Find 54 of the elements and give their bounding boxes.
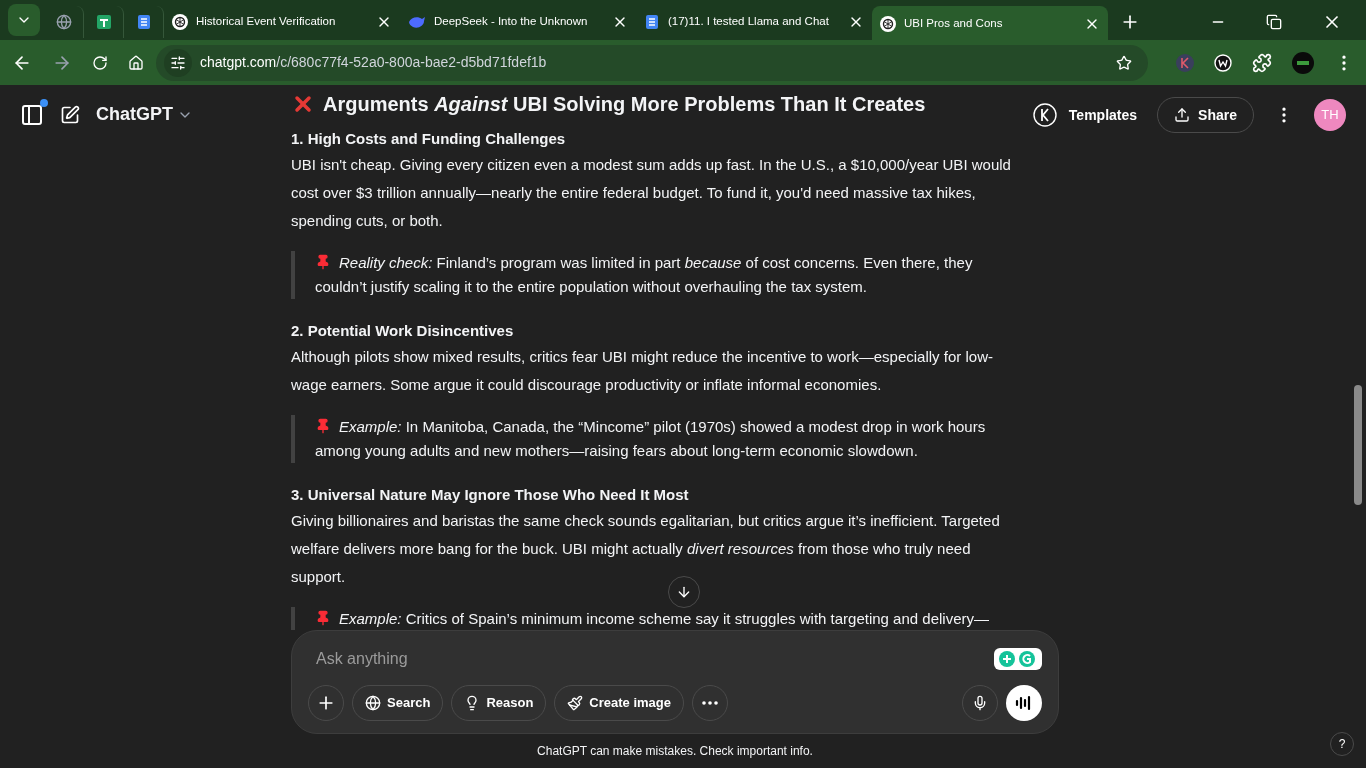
grammar-extension-icon[interactable] [994,648,1042,670]
model-selector[interactable]: ChatGPT [96,101,193,128]
tab-title: DeepSeek - Into the Unknown [434,14,589,30]
extension-k-icon[interactable] [1176,53,1194,72]
sidebar-toggle-icon[interactable] [20,103,44,127]
quote-text: Reality check: Finland’s program was limited in part because of cost concerns. Even there, they couldn’t justify scaling it to the entire population without overhauling the tax system. [315,253,974,297]
bookmark-star-icon[interactable] [1116,54,1132,71]
section-heading: Arguments Against UBI Solving More Problems Than It Creates [291,89,1025,119]
quote-text: Example: In Manitoba, Canada, the “Mincome” pilot (1970s) showed a modest drop in work hours among young adults and new mothers—raising fears about long-term economic slowdown. [315,417,987,461]
subsection-title: 2. Potential Work Disincentives [291,321,515,341]
sound-wave-icon [1015,695,1033,711]
scroll-down-button[interactable] [668,576,700,608]
document-icon [644,14,660,30]
paragraph: Although pilots show mixed results, critics fear UBI might reduce the incentive to work—especially for low-wage earners. Some argue it could discourage productivity or inflate informal economies. [291,347,994,395]
voice-mode-button[interactable] [1006,685,1042,721]
browser-tab[interactable]: DeepSeek - Into the Unknown [400,6,636,38]
extensions-icon[interactable] [1252,52,1272,73]
reload-icon[interactable] [92,54,108,71]
spreadsheet-icon [95,14,112,30]
browser-tab[interactable]: (17)11. I tested Llama and Chat [636,6,872,38]
paragraph: Giving billionaires and baristas the same check sounds egalitarian, but critics argue it’s inefficient. Targeted welfare delivers more bang for the buck. UBI might actually divert resources from those who truly need support. [291,511,1001,587]
restore-icon[interactable] [1266,14,1282,30]
document-icon [135,14,152,30]
extension-w-icon[interactable] [1214,53,1232,72]
new-chat-icon[interactable] [60,105,80,125]
tab-title: (17)11. I tested Llama and Chat [668,14,830,30]
arrow-down-icon [676,584,692,600]
profile-avatar-icon[interactable] [1292,51,1314,74]
home-icon[interactable] [128,54,144,71]
paragraph: UBI isn't cheap. Giving every citizen even a modest sum adds up fast. In the U.S., a $10,000/year UBI would cost over $3 trillion annually—nearly the entire federal budget. To fund it, you'd need massive tax hikes, spending cuts, or both. [291,155,1012,231]
share-icon [1174,107,1191,123]
microphone-icon [972,695,988,711]
templates-button[interactable]: Templates [1032,97,1138,133]
pin-icon [315,610,331,627]
browser-tab[interactable]: UBI Pros and Cons [872,6,1108,42]
globe-icon [365,695,381,711]
quote-text: Example: Critics of Spain’s minimum income scheme say it struggles with targeting and delivery— [315,607,989,631]
pin-icon [315,254,331,271]
disclaimer-text: ChatGPT can make mistakes. Check important info. [537,743,813,760]
subsection-title: 1. High Costs and Funding Challenges [291,129,567,149]
globe-icon [55,14,72,30]
url-text: chatgpt.com/c/680c77f4-52a0-800a-bae2-d5bd71fdef1b [200,53,547,72]
subsection-title: 3. Universal Nature May Ignore Those Who Need It Most [291,485,690,505]
ellipsis-icon [702,701,718,705]
message-input[interactable]: Ask anything [308,647,994,671]
k-logo-icon [1032,103,1057,127]
tab-title: UBI Pros and Cons [904,16,1004,32]
pin-icon [315,418,331,435]
brush-icon [567,695,584,711]
address-bar[interactable]: chatgpt.com/c/680c77f4-52a0-800a-bae2-d5bd71fdef1b [156,44,1148,81]
tab-title: Historical Event Verification [196,14,337,30]
browser-tab[interactable]: Historical Event Verification [164,6,400,38]
tab-search-button[interactable] [8,4,40,36]
site-settings-icon[interactable] [170,54,186,71]
